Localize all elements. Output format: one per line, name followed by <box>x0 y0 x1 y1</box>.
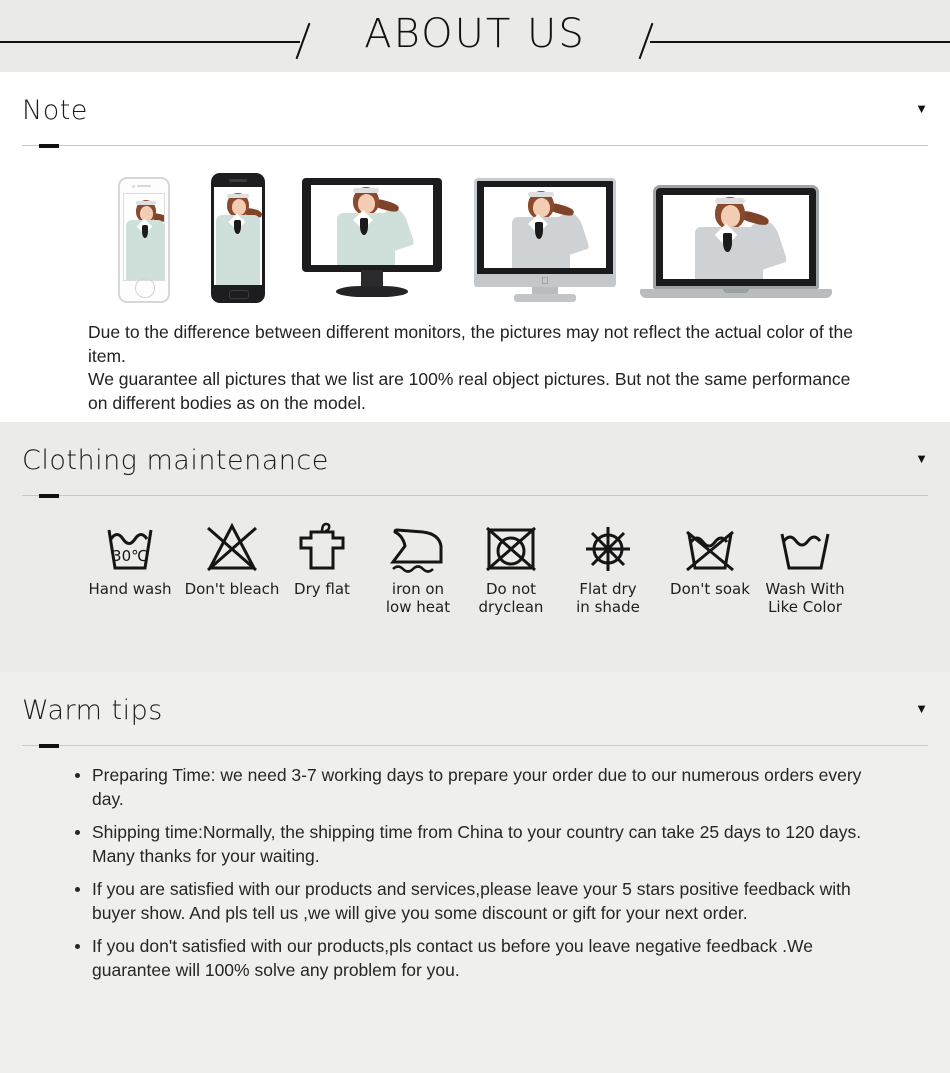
iphone-screen <box>123 193 165 281</box>
care-item-do-not-dryclean: Do not dryclean <box>456 514 566 616</box>
device-imac:  <box>474 178 616 303</box>
note-paragraph-1: Due to the difference between different … <box>88 322 853 366</box>
model-photo <box>484 187 606 268</box>
laptop-lid <box>653 185 819 289</box>
care-symbol-row: 30℃ Hand wash Don't bleach Dry flat iron… <box>0 514 950 629</box>
imac-screen <box>484 187 606 268</box>
section-care-title: Clothing maintenance <box>22 445 329 476</box>
section-accent-bar <box>39 744 59 748</box>
care-item-dry-flat: Dry flat <box>267 514 377 598</box>
section-underline <box>22 745 928 746</box>
care-label: Hand wash <box>88 580 172 598</box>
page-banner: ABOUT US <box>0 0 950 72</box>
section-note-title: Note <box>22 95 88 126</box>
care-item-flat-dry-in-shade: Flat dry in shade <box>553 514 663 616</box>
section-tips-header[interactable]: Warm tips ▼ <box>22 672 928 748</box>
model-photo <box>311 185 433 265</box>
model-photo <box>124 194 164 280</box>
device-preview-row:  <box>0 168 950 303</box>
wash-like-color-icon <box>750 514 860 576</box>
flat-dry-shade-icon <box>553 514 663 576</box>
care-label: Dry flat <box>294 580 350 598</box>
about-us-page: ABOUT US Note ▼ Due to the difference be… <box>0 0 950 1073</box>
section-tips-title: Warm tips <box>22 695 163 726</box>
note-paragraph-2: We guarantee all pictures that we list a… <box>88 369 851 413</box>
care-label: Don't soak <box>670 580 750 598</box>
iphone-camera-icon <box>132 185 135 188</box>
device-iphone <box>118 177 170 303</box>
laptop-notch <box>723 289 749 293</box>
section-accent-bar <box>39 144 59 148</box>
list-item: If you don't satisfied with our products… <box>70 935 880 982</box>
care-label: Wash With Like Color <box>765 580 845 616</box>
android-speaker-icon <box>229 179 247 182</box>
android-screen <box>214 187 262 285</box>
apple-logo-icon:  <box>540 277 550 287</box>
banner-rule-right <box>650 41 950 43</box>
section-warm-tips: Warm tips ▼ Preparing Time: we need 3-7 … <box>0 672 950 1073</box>
section-underline <box>22 495 928 496</box>
care-label: Do not dryclean <box>478 580 544 616</box>
section-note: Note ▼ Due to the difference between dif… <box>0 72 950 422</box>
monitor-base <box>336 286 408 297</box>
section-clothing-maintenance: Clothing maintenance ▼ 30℃ Hand wash Don… <box>0 422 950 672</box>
chevron-down-icon[interactable]: ▼ <box>915 702 928 715</box>
device-laptop <box>640 185 832 303</box>
chevron-down-icon[interactable]: ▼ <box>915 452 928 465</box>
list-item: If you are satisfied with our products a… <box>70 878 880 925</box>
device-android-phone <box>211 173 265 303</box>
iphone-home-button <box>135 278 155 298</box>
list-item: Preparing Time: we need 3-7 working days… <box>70 764 880 811</box>
section-underline <box>22 145 928 146</box>
note-paragraphs: Due to the difference between different … <box>88 321 862 415</box>
section-care-header[interactable]: Clothing maintenance ▼ <box>22 422 928 498</box>
monitor-screen <box>311 185 433 265</box>
warm-tips-list: Preparing Time: we need 3-7 working days… <box>70 764 880 982</box>
svg-text:30℃: 30℃ <box>112 547 148 565</box>
page-title: ABOUT US <box>364 11 586 57</box>
care-item-do-not-soak: Don't soak <box>655 514 765 598</box>
section-note-header[interactable]: Note ▼ <box>22 72 928 148</box>
list-item: Shipping time:Normally, the shipping tim… <box>70 821 880 868</box>
imac-base <box>514 294 576 302</box>
imac-bezel <box>474 178 616 274</box>
care-item-hand-wash: 30℃ Hand wash <box>75 514 185 598</box>
monitor-bezel <box>302 178 442 272</box>
hand-wash-icon: 30℃ <box>75 514 185 576</box>
device-desktop-monitor <box>302 178 442 303</box>
section-accent-bar <box>39 494 59 498</box>
android-home-button <box>229 290 249 299</box>
do-not-dryclean-icon <box>456 514 566 576</box>
iphone-speaker-icon <box>137 185 151 187</box>
chevron-down-icon[interactable]: ▼ <box>915 102 928 115</box>
model-photo <box>214 187 262 285</box>
dry-flat-icon <box>267 514 377 576</box>
laptop-screen <box>663 195 809 279</box>
care-label: Flat dry in shade <box>576 580 640 616</box>
care-item-wash-like-color: Wash With Like Color <box>750 514 860 616</box>
model-photo <box>663 195 809 279</box>
do-not-soak-icon <box>655 514 765 576</box>
